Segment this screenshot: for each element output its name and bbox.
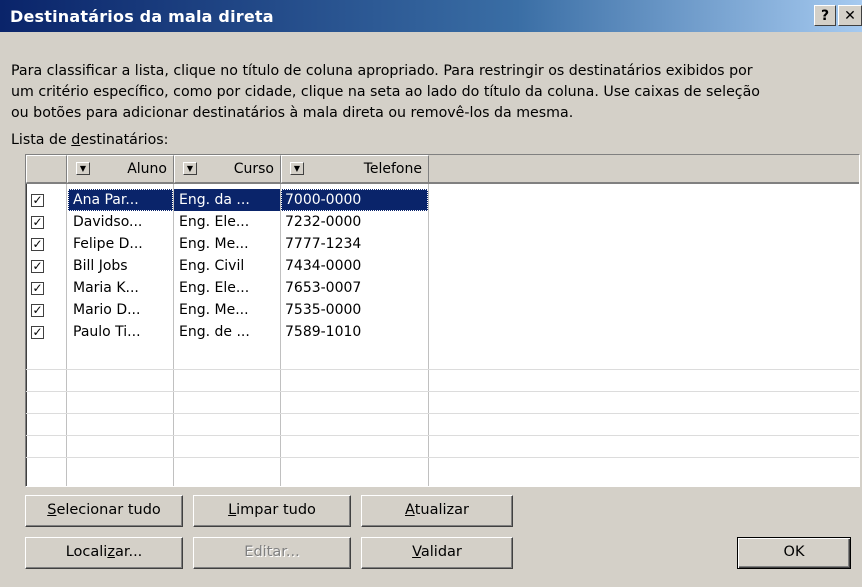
instructions-line-1: Para classificar a lista, clique no títu… bbox=[11, 63, 753, 79]
header-aluno[interactable]: ▼ Aluno bbox=[67, 155, 174, 183]
row-checkbox[interactable]: ✓ bbox=[31, 216, 44, 229]
header-divider bbox=[26, 183, 859, 184]
grid-hline bbox=[26, 413, 859, 414]
grid-hline bbox=[26, 391, 859, 392]
cell-curso[interactable]: Eng. Ele... bbox=[179, 277, 280, 299]
title-bar: Destinatários da mala direta ? ✕ bbox=[0, 0, 862, 32]
cell-aluno[interactable]: Paulo Ti... bbox=[73, 321, 173, 343]
cell-aluno[interactable]: Felipe D... bbox=[73, 233, 173, 255]
cell-curso[interactable]: Eng. Me... bbox=[179, 299, 280, 321]
aluno-filter-dropdown-icon[interactable]: ▼ bbox=[76, 162, 90, 175]
cell-telefone[interactable]: 7535-0000 bbox=[285, 299, 428, 321]
header-checkbox-column[interactable] bbox=[26, 155, 67, 183]
table-row[interactable]: ✓ Davidso... Eng. Ele... 7232-0000 bbox=[26, 211, 859, 233]
cell-curso[interactable]: Eng. da ... bbox=[174, 189, 280, 211]
table-row[interactable]: ✓ Felipe D... Eng. Me... 7777-1234 bbox=[26, 233, 859, 255]
cell-telefone[interactable]: 7434-0000 bbox=[285, 255, 428, 277]
header-aluno-label: Aluno bbox=[127, 161, 167, 177]
window-title: Destinatários da mala direta bbox=[10, 7, 274, 26]
find-button[interactable]: Localizar... bbox=[25, 537, 183, 569]
clear-all-button[interactable]: Limpar tudo bbox=[193, 495, 351, 527]
cell-aluno[interactable]: Davidso... bbox=[73, 211, 173, 233]
cell-telefone[interactable]: 7777-1234 bbox=[285, 233, 428, 255]
row-checkbox[interactable]: ✓ bbox=[31, 194, 44, 207]
close-button[interactable]: ✕ bbox=[838, 5, 862, 26]
refresh-button[interactable]: Atualizar bbox=[361, 495, 513, 527]
row-checkbox[interactable]: ✓ bbox=[31, 260, 44, 273]
table-row[interactable]: ✓ Ana Par... Eng. da ... 7000-0000 bbox=[26, 189, 859, 211]
recipient-list-label: Lista de destinatários: bbox=[11, 132, 169, 148]
row-checkbox[interactable]: ✓ bbox=[31, 238, 44, 251]
header-telefone[interactable]: ▼ Telefone bbox=[281, 155, 429, 183]
cell-telefone[interactable]: 7653-0007 bbox=[285, 277, 428, 299]
table-row[interactable]: ✓ Mario D... Eng. Me... 7535-0000 bbox=[26, 299, 859, 321]
header-telefone-label: Telefone bbox=[363, 161, 422, 177]
grid-hline bbox=[26, 457, 859, 458]
cell-curso[interactable]: Eng. Me... bbox=[179, 233, 280, 255]
header-filler bbox=[429, 155, 859, 183]
curso-filter-dropdown-icon[interactable]: ▼ bbox=[183, 162, 197, 175]
telefone-filter-dropdown-icon[interactable]: ▼ bbox=[290, 162, 304, 175]
ok-button[interactable]: OK bbox=[737, 537, 851, 569]
instructions-text: Para classificar a lista, clique no títu… bbox=[11, 61, 856, 124]
cell-telefone[interactable]: 7000-0000 bbox=[281, 189, 428, 211]
cell-curso[interactable]: Eng. de ... bbox=[179, 321, 280, 343]
instructions-line-2: um critério específico, como por cidade,… bbox=[11, 84, 760, 100]
row-checkbox[interactable]: ✓ bbox=[31, 304, 44, 317]
cell-aluno[interactable]: Mario D... bbox=[73, 299, 173, 321]
help-icon: ? bbox=[820, 8, 830, 24]
row-checkbox[interactable]: ✓ bbox=[31, 326, 44, 339]
row-checkbox[interactable]: ✓ bbox=[31, 282, 44, 295]
header-curso[interactable]: ▼ Curso bbox=[174, 155, 281, 183]
select-all-button[interactable]: Selecionar tudo bbox=[25, 495, 183, 527]
cell-curso[interactable]: Eng. Civil bbox=[179, 255, 280, 277]
validate-button[interactable]: Validar bbox=[361, 537, 513, 569]
table-row[interactable]: ✓ Paulo Ti... Eng. de ... 7589-1010 bbox=[26, 321, 859, 343]
help-button[interactable]: ? bbox=[814, 5, 836, 26]
grid-hline bbox=[26, 369, 859, 370]
edit-button[interactable]: Editar... bbox=[193, 537, 351, 569]
table-row[interactable]: ✓ Bill Jobs Eng. Civil 7434-0000 bbox=[26, 255, 859, 277]
cell-aluno[interactable]: Maria K... bbox=[73, 277, 173, 299]
instructions-line-3: ou botões para adicionar destinatários à… bbox=[11, 105, 574, 121]
cell-aluno[interactable]: Ana Par... bbox=[68, 189, 173, 211]
close-icon: ✕ bbox=[844, 8, 856, 24]
grid-hline bbox=[26, 435, 859, 436]
cell-telefone[interactable]: 7232-0000 bbox=[285, 211, 428, 233]
cell-curso[interactable]: Eng. Ele... bbox=[179, 211, 280, 233]
cell-aluno[interactable]: Bill Jobs bbox=[73, 255, 173, 277]
table-row[interactable]: ✓ Maria K... Eng. Ele... 7653-0007 bbox=[26, 277, 859, 299]
cell-telefone[interactable]: 7589-1010 bbox=[285, 321, 428, 343]
recipient-grid[interactable]: ▼ Aluno ▼ Curso ▼ Telefone ✓ Ana Par... … bbox=[25, 154, 860, 487]
header-curso-label: Curso bbox=[233, 161, 274, 177]
